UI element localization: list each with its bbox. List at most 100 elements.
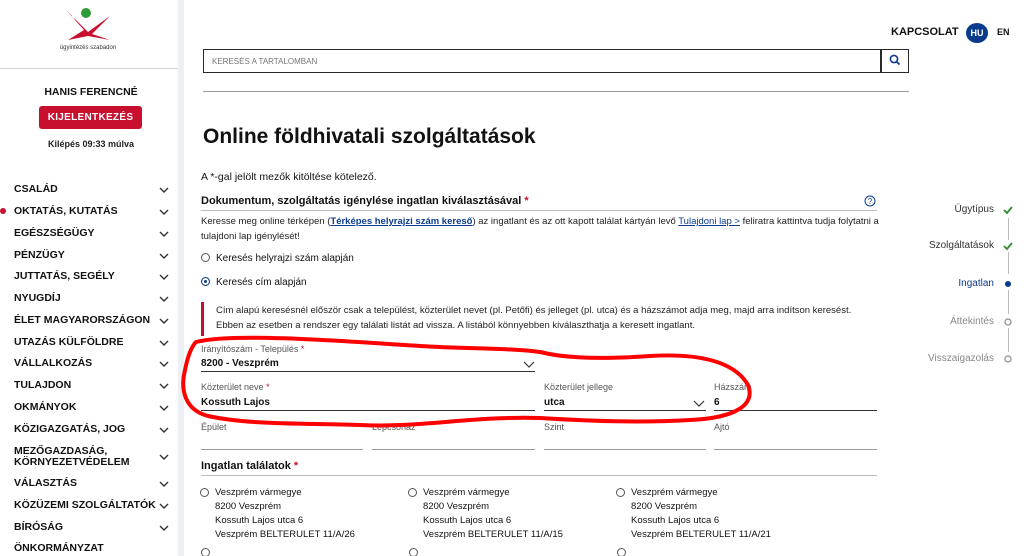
street-type-select[interactable]: utca <box>544 397 565 408</box>
chevron-down-icon <box>159 187 169 193</box>
nav-label: OKMÁNYOK <box>14 401 77 413</box>
label-text: Közterület neve <box>201 382 264 392</box>
nav-item-juttatas[interactable]: JUTTATÁS, SEGÉLY <box>14 271 174 282</box>
radio-label: Keresés helyrajzi szám alapján <box>216 253 354 264</box>
required-mark: * <box>266 382 270 392</box>
nav-item-kozigazgatas[interactable]: KÖZIGAZGATÁS, JOG <box>14 424 174 435</box>
doc-section-title-text: Dokumentum, szolgáltatás igénylése ingat… <box>201 195 522 207</box>
required-mark: * <box>300 344 305 354</box>
nav-item-nyugdij[interactable]: NYUGDÍJ <box>14 293 174 304</box>
header-divider <box>203 91 909 92</box>
nav-label-line2: KÖRNYEZETVÉDELEM <box>14 456 130 468</box>
chevron-down-icon <box>159 383 169 389</box>
nav-label: EGÉSZSÉGÜGY <box>14 227 95 239</box>
chevron-down-icon <box>159 296 169 302</box>
pending-step-circle-icon <box>1004 355 1012 363</box>
building-input[interactable] <box>201 449 363 450</box>
zip-city-select[interactable]: 8200 - Veszprém <box>201 358 279 369</box>
nav-item-valasztas[interactable]: VÁLASZTÁS <box>14 478 174 489</box>
pending-step-circle-icon <box>1004 318 1012 326</box>
contact-link[interactable]: KAPCSOLAT <box>891 26 959 38</box>
chevron-down-icon <box>159 274 169 280</box>
nav-item-utazas[interactable]: UTAZÁS KÜLFÖLDRE <box>14 337 174 348</box>
nav-item-egeszsegugy[interactable]: EGÉSZSÉGÜGY <box>14 228 174 239</box>
nav-item-penzugy[interactable]: PÉNZÜGY <box>14 250 174 261</box>
nav-item-mezogazdasag[interactable]: MEZŐGAZDASÁG, KÖRNYEZETVÉDELEM <box>14 446 174 468</box>
nav-item-kozuzemi[interactable]: KÖZÜZEMI SZOLGÁLTATÓK <box>14 500 174 511</box>
step-connector <box>1008 252 1009 274</box>
result-street: Kossuth Lajos utca 6 <box>423 515 512 526</box>
result-parcel: Veszprém BELTERULET 11/A/21 <box>631 529 771 540</box>
chevron-down-icon[interactable] <box>693 397 705 409</box>
result-item[interactable]: Veszprém vármegye 8200 Veszprém Kossuth … <box>616 486 771 542</box>
logout-button[interactable]: KIJELENTKEZÉS <box>39 106 142 129</box>
nav-item-onkormanyzat[interactable]: ÖNKORMÁNYZAT <box>14 543 174 554</box>
field-underline <box>714 410 877 411</box>
radio-button-next-row[interactable] <box>201 548 210 556</box>
ownership-sheet-link[interactable]: Tulajdoni lap > <box>678 216 740 227</box>
chevron-down-icon <box>159 454 169 460</box>
nav-item-birosag[interactable]: BÍRÓSÁG <box>14 522 174 533</box>
search-button[interactable] <box>881 49 909 73</box>
radio-button[interactable] <box>616 488 625 497</box>
result-county: Veszprém vármegye <box>215 487 302 498</box>
nav-item-elet[interactable]: ÉLET MAGYARORSZÁGON <box>14 315 174 326</box>
door-input[interactable] <box>714 449 877 450</box>
map-search-link[interactable]: Térképes helyrajzi szám kereső <box>330 216 472 227</box>
chevron-down-icon <box>159 318 169 324</box>
nav-item-oktatas[interactable]: OKTATÁS, KUTATÁS <box>0 205 174 217</box>
required-note: A *-gal jelölt mezők kitöltése kötelező. <box>201 171 377 183</box>
lang-en-button[interactable]: EN <box>997 27 1010 37</box>
results-title: Ingatlan találatok * <box>201 460 298 472</box>
step-ingatlan[interactable]: Ingatlan <box>874 278 994 289</box>
stair-input[interactable] <box>372 449 535 450</box>
radio-button[interactable] <box>200 488 209 497</box>
chevron-down-icon <box>159 525 169 531</box>
nav-item-okmanyok[interactable]: OKMÁNYOK <box>14 402 174 413</box>
page-title: Online földhivatali szolgáltatások <box>203 125 536 148</box>
search-box <box>203 49 881 73</box>
search-input[interactable] <box>204 50 880 72</box>
nav-label: ÖNKORMÁNYZAT <box>14 542 104 554</box>
building-label: Épület <box>201 422 227 432</box>
section-divider <box>201 475 877 476</box>
svg-text:?: ? <box>868 197 873 206</box>
result-county: Veszprém vármegye <box>631 487 718 498</box>
notification-dot <box>0 208 6 214</box>
step-connector <box>1008 218 1009 240</box>
nav-item-tulajdon[interactable]: TULAJDON <box>14 380 174 391</box>
street-name-input[interactable]: Kossuth Lajos <box>201 397 270 408</box>
result-item[interactable]: Veszprém vármegye 8200 Veszprém Kossuth … <box>200 486 355 542</box>
radio-search-by-address[interactable]: Keresés cím alapján <box>201 277 307 288</box>
nav-label: TULAJDON <box>14 379 72 391</box>
field-underline <box>201 371 535 372</box>
chevron-down-icon <box>159 481 169 487</box>
house-number-input[interactable]: 6 <box>714 397 720 408</box>
label-text: Irányítószám - Település <box>201 344 299 354</box>
result-street: Kossuth Lajos utca 6 <box>215 515 304 526</box>
step-szolgaltatasok[interactable]: Szolgáltatások <box>874 240 994 251</box>
radio-button-selected[interactable] <box>201 277 210 286</box>
chevron-down-icon <box>159 503 169 509</box>
nav-label: PÉNZÜGY <box>14 249 65 261</box>
result-item[interactable]: Veszprém vármegye 8200 Veszprém Kossuth … <box>408 486 563 542</box>
nav-item-vallalkozas[interactable]: VÁLLALKOZÁS <box>14 358 174 369</box>
lang-hu-button[interactable]: HU <box>966 23 988 43</box>
radio-button-next-row[interactable] <box>617 548 626 556</box>
search-icon <box>889 54 901 65</box>
stair-label: Lépcsőház <box>372 422 416 432</box>
field-underline <box>201 410 535 411</box>
radio-search-by-hrsz[interactable]: Keresés helyrajzi szám alapján <box>201 253 354 264</box>
chevron-down-icon[interactable] <box>523 358 535 370</box>
floor-input[interactable] <box>544 449 706 450</box>
step-ugytipus[interactable]: Ügytípus <box>874 204 994 215</box>
gov-logo[interactable] <box>58 6 118 42</box>
nav-label: OKTATÁS, KUTATÁS <box>14 205 118 217</box>
result-street: Kossuth Lajos utca 6 <box>631 515 720 526</box>
radio-button[interactable] <box>201 253 210 262</box>
nav-label: UTAZÁS KÜLFÖLDRE <box>14 336 124 348</box>
radio-button[interactable] <box>408 488 417 497</box>
radio-button-next-row[interactable] <box>409 548 418 556</box>
nav-label: KÖZÜZEMI SZOLGÁLTATÓK <box>14 499 156 511</box>
nav-item-csalad[interactable]: CSALÁD <box>14 184 174 195</box>
